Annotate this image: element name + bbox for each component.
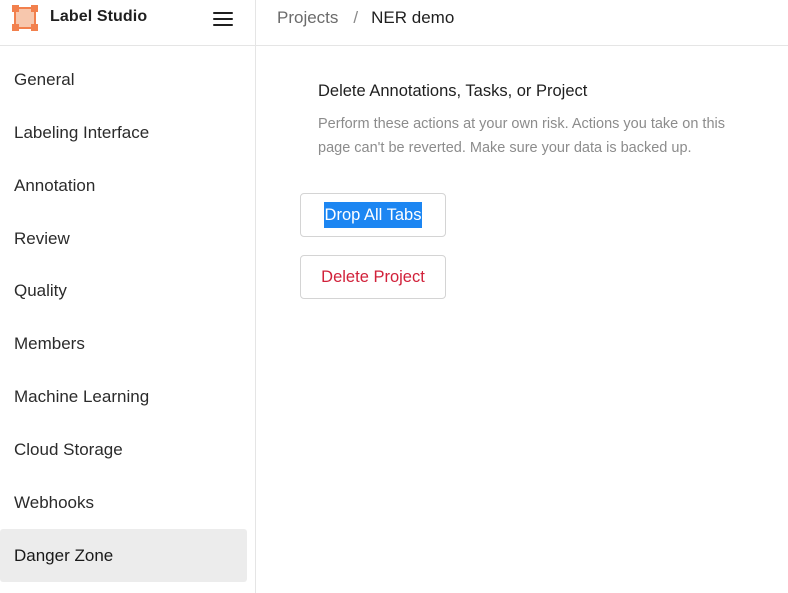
sidebar-item-members[interactable]: Members <box>0 317 247 370</box>
label-studio-logo-icon[interactable] <box>12 5 38 31</box>
sidebar-item-annotation[interactable]: Annotation <box>0 159 247 212</box>
delete-project-button[interactable]: Delete Project <box>300 255 446 299</box>
sidebar-item-danger-zone[interactable]: Danger Zone <box>0 529 247 582</box>
breadcrumb-current-project: NER demo <box>371 8 455 27</box>
delete-project-label: Delete Project <box>321 267 425 286</box>
sidebar-item-general[interactable]: General <box>0 53 247 106</box>
sidebar-item-quality[interactable]: Quality <box>0 264 247 317</box>
breadcrumb-separator: / <box>353 8 359 27</box>
drop-all-tabs-button[interactable]: Drop All Tabs <box>300 193 446 237</box>
brand-area: Label Studio <box>0 0 256 46</box>
drop-all-tabs-label: Drop All Tabs <box>323 202 423 228</box>
section-description: Perform these actions at your own risk. … <box>318 116 725 156</box>
sidebar-item-labeling-interface[interactable]: Labeling Interface <box>0 106 247 159</box>
sidebar-item-webhooks[interactable]: Webhooks <box>0 476 247 529</box>
danger-zone-panel: Delete Annotations, Tasks, or Project Pe… <box>256 46 788 593</box>
sidebar-item-review[interactable]: Review <box>0 212 247 265</box>
settings-sidebar: General Labeling Interface Annotation Re… <box>0 46 256 593</box>
section-title: Delete Annotations, Tasks, or Project <box>318 82 588 100</box>
breadcrumb: Projects / NER demo <box>277 8 454 28</box>
sidebar-item-machine-learning[interactable]: Machine Learning <box>0 370 247 423</box>
top-header: Label Studio Projects / NER demo <box>0 0 788 46</box>
app-name: Label Studio <box>50 8 148 25</box>
sidebar-item-cloud-storage[interactable]: Cloud Storage <box>0 423 247 476</box>
hamburger-menu-icon[interactable] <box>210 8 236 30</box>
breadcrumb-projects-link[interactable]: Projects <box>277 8 338 28</box>
